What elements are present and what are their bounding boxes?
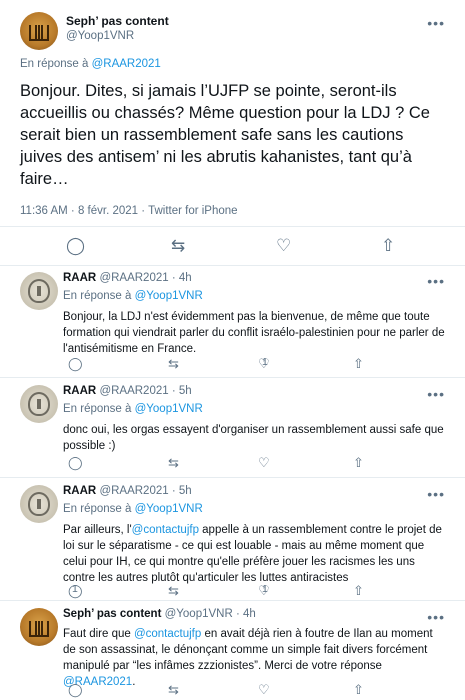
mention-link[interactable]: @contactujfp	[132, 524, 199, 536]
author-name[interactable]: Seph’ pas content	[66, 14, 169, 28]
seal-icon	[28, 492, 50, 516]
reply-author-handle[interactable]: @RAAR2021 · 5h	[99, 385, 191, 397]
reply-actions-bar: ◯ ⇆ ♡ ⇧	[63, 682, 393, 698]
reply-prefix: En réponse à	[20, 58, 92, 70]
reply-author-name[interactable]: RAAR	[63, 485, 96, 497]
share-icon[interactable]: ⇧	[381, 236, 395, 256]
reply-icon[interactable]: ◯	[68, 682, 83, 698]
reply-count: 1	[72, 583, 78, 595]
menorah-icon	[29, 23, 49, 41]
share-icon[interactable]: ⇧	[353, 583, 364, 599]
divider	[0, 377, 465, 378]
more-options-icon[interactable]: •••	[427, 487, 445, 501]
main-actions-bar: ◯ ⇆ ♡ ⇧	[20, 236, 445, 256]
reply-header: RAAR @RAAR2021 · 5h	[63, 485, 192, 497]
reply-author-handle[interactable]: @RAAR2021 · 5h	[99, 485, 191, 497]
like-count: 1	[262, 583, 268, 595]
reply-actions-bar: ◯ 1 ⇆ ♡ 1 ⇧	[63, 583, 393, 599]
like-count: 1	[262, 356, 268, 368]
divider	[0, 477, 465, 478]
retweet-icon[interactable]: ⇆	[168, 682, 179, 698]
reply-to-mention[interactable]: @RAAR2021	[92, 58, 161, 70]
reply-header: RAAR @RAAR2021 · 5h	[63, 385, 192, 397]
reply-context: En réponse à @RAAR2021	[20, 58, 161, 70]
author-avatar[interactable]	[20, 12, 58, 50]
retweet-icon[interactable]: ⇆	[168, 583, 179, 599]
reply-author-name[interactable]: RAAR	[63, 385, 96, 397]
seal-icon	[28, 279, 50, 303]
reply-text: Bonjour, la LDJ n'est évidemment pas la …	[63, 311, 445, 355]
tweet-text: Bonjour. Dites, si jamais l’UJFP se poin…	[20, 82, 430, 188]
reply-context: En réponse à @Yoop1VNR	[63, 403, 203, 415]
menorah-icon	[29, 619, 49, 637]
reply-author-name[interactable]: Seph’ pas content	[63, 608, 161, 620]
reply-context: En réponse à @Yoop1VNR	[63, 290, 203, 302]
reply-author-handle[interactable]: @Yoop1VNR · 4h	[165, 608, 256, 620]
mention-link[interactable]: @contactujfp	[134, 628, 201, 640]
more-options-icon[interactable]: •••	[427, 16, 445, 30]
reply-text: donc oui, les orgas essayent d'organiser…	[63, 424, 444, 452]
retweet-icon[interactable]: ⇆	[168, 356, 179, 372]
divider	[0, 226, 465, 227]
reply-text: Par ailleurs, l'@contactujfp appelle à u…	[63, 524, 442, 584]
author-avatar[interactable]	[20, 608, 58, 646]
reply-header: Seph’ pas content @Yoop1VNR · 4h	[63, 608, 256, 620]
reply-icon[interactable]: ◯	[68, 356, 83, 372]
reply-context: En réponse à @Yoop1VNR	[63, 503, 203, 515]
raar-avatar[interactable]	[20, 485, 58, 523]
retweet-icon[interactable]: ⇆	[168, 455, 179, 471]
reply-author-handle[interactable]: @RAAR2021 · 4h	[99, 272, 191, 284]
share-icon[interactable]: ⇧	[353, 682, 364, 698]
reply-to-mention[interactable]: @Yoop1VNR	[135, 503, 203, 515]
seal-icon	[28, 392, 50, 416]
reply-author-name[interactable]: RAAR	[63, 272, 96, 284]
tweet-timestamp[interactable]: 11:36 AM · 8 févr. 2021 · Twitter for iP…	[20, 205, 238, 217]
reply-to-mention[interactable]: @Yoop1VNR	[135, 403, 203, 415]
more-options-icon[interactable]: •••	[427, 387, 445, 401]
like-icon[interactable]: ♡	[258, 455, 270, 471]
like-icon[interactable]: ♡	[276, 236, 291, 256]
like-icon[interactable]: ♡	[258, 682, 270, 698]
divider	[0, 265, 465, 266]
reply-to-mention[interactable]: @Yoop1VNR	[135, 290, 203, 302]
raar-avatar[interactable]	[20, 385, 58, 423]
reply-icon[interactable]: ◯	[66, 236, 85, 256]
retweet-icon[interactable]: ⇆	[171, 236, 185, 256]
share-icon[interactable]: ⇧	[353, 356, 364, 372]
reply-actions-bar: ◯ ⇆ ♡ ⇧	[63, 455, 393, 471]
more-options-icon[interactable]: •••	[427, 610, 445, 624]
reply-actions-bar: ◯ ⇆ ♡ 1 ⇧	[63, 356, 393, 372]
more-options-icon[interactable]: •••	[427, 274, 445, 288]
share-icon[interactable]: ⇧	[353, 455, 364, 471]
raar-avatar[interactable]	[20, 272, 58, 310]
divider	[0, 600, 465, 601]
reply-icon[interactable]: ◯	[68, 455, 83, 471]
reply-header: RAAR @RAAR2021 · 4h	[63, 272, 192, 284]
author-handle[interactable]: @Yoop1VNR	[66, 30, 134, 42]
reply-text: Faut dire que @contactujfp en avait déjà…	[63, 628, 433, 688]
